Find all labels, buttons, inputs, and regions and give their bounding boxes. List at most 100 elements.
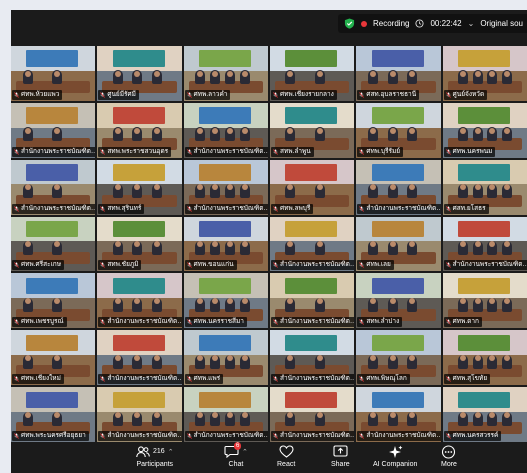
- video-tile[interactable]: ศทพ.เพชรบูรณ์: [11, 273, 96, 329]
- video-tile[interactable]: สำนักงานพระราชบัณฑิตจังหวัด: [270, 387, 355, 442]
- participant-name: ศทพ.เชียงใหม่: [21, 375, 61, 383]
- video-tile[interactable]: ศทพ.เชียงรายกลาง: [270, 46, 355, 101]
- video-tile[interactable]: สำนักงานพระราชบัณฑิตจังหวัด: [183, 159, 268, 215]
- participant-name-label: สำนักงานพระราชบัณฑิตจังหวัด: [98, 431, 182, 441]
- participant-name-label: สทพ.ลำพูน: [271, 146, 314, 157]
- participant-name-label: สทพ.สุรินทร์: [98, 203, 145, 214]
- backdrop-banner: [285, 107, 338, 124]
- backdrop-banner: [198, 391, 252, 408]
- react-button[interactable]: React: [277, 444, 295, 468]
- muted-mic-icon: [14, 433, 19, 439]
- participant-name-label: ศทพ.ห้วยแพว: [12, 89, 63, 100]
- chevron-down-icon[interactable]: ⌄: [468, 19, 475, 28]
- video-tile[interactable]: ศทพ.นครสวรรค์: [442, 387, 527, 442]
- video-tile[interactable]: สทพ.ชัยภูมิ: [97, 216, 182, 272]
- participant-head: [370, 411, 377, 418]
- video-tile[interactable]: ศทพ.นครพนม: [442, 102, 527, 158]
- recording-label[interactable]: Recording: [373, 19, 409, 28]
- video-tile[interactable]: ศทพ.พิษณุโลก: [356, 330, 441, 386]
- share-button[interactable]: Share: [331, 444, 350, 468]
- participant-head: [316, 241, 323, 248]
- video-tile[interactable]: ศทพ.สุโขทัย: [442, 330, 527, 386]
- participant-name-label: ศทพ.เพชรบูรณ์: [12, 317, 67, 328]
- video-tile[interactable]: ศทพ.เลย: [356, 216, 441, 272]
- view-mode-label[interactable]: Original sou: [480, 19, 523, 28]
- backdrop-banner: [285, 220, 338, 238]
- participant-name-label: ศูนย์มีรัศมี: [98, 89, 139, 100]
- caret-up-icon[interactable]: ⌃: [168, 448, 174, 456]
- backdrop-banner: [112, 391, 165, 408]
- video-tile[interactable]: สำนักงานพระราชบัณฑิตจังหวัด: [183, 102, 268, 158]
- react-label: React: [277, 461, 296, 468]
- video-tile[interactable]: ศทพ.บุรีรัมย์: [356, 102, 441, 158]
- video-tile[interactable]: สำนักงานพระราชบัณฑิตจังหวัด: [356, 159, 441, 215]
- video-tile[interactable]: สำนักงานพระราชบัณฑิตจังหวัด: [270, 216, 355, 272]
- video-tile[interactable]: ศทพ.ตาก: [442, 273, 527, 329]
- video-tile[interactable]: ศทพ.ลพบุรี: [270, 159, 355, 215]
- participant-head: [459, 70, 466, 77]
- participant-head: [370, 127, 377, 134]
- muted-mic-icon: [359, 376, 365, 382]
- participant-head: [54, 127, 61, 134]
- backdrop-banner: [198, 107, 252, 124]
- video-tile[interactable]: ศทพ.ลาวคำ: [183, 46, 268, 101]
- backdrop-banner: [198, 50, 252, 67]
- more-button[interactable]: More: [441, 444, 457, 468]
- video-tile[interactable]: สำนักงานพระราชบัณฑิตยสภาจังหวัด: [11, 102, 96, 158]
- video-tile[interactable]: ศสท.ยโสธร: [442, 159, 527, 215]
- participant-head: [459, 411, 466, 418]
- video-tile[interactable]: สำนักงานพระราชบัณฑิตจังหวัด: [270, 330, 355, 386]
- video-tile[interactable]: ศูนย์จังหวัด: [442, 46, 527, 101]
- video-tile[interactable]: ศทพ.นครราชสีมา: [183, 273, 268, 329]
- muted-mic-icon: [359, 148, 365, 155]
- backdrop-banner: [285, 391, 338, 408]
- muted-mic-icon: [186, 205, 192, 212]
- video-tile[interactable]: สำนักงานพระราชบัณฑิตจังหวัด: [442, 216, 527, 272]
- share-screen-icon: [333, 445, 348, 457]
- video-tile[interactable]: สำนักงานพระราชบัณฑิตจังหวัด: [270, 273, 355, 329]
- video-tile[interactable]: สำนักงานพระราชบัณฑิตจังหวัด: [183, 387, 268, 442]
- participants-button[interactable]: 216 ⌃ Participants: [136, 444, 174, 468]
- video-tile[interactable]: ศูนย์มีรัศมี: [97, 46, 182, 101]
- participant-name: สำนักงานพระราชบัณฑิตจังหวัด: [193, 204, 268, 212]
- backdrop-banner: [26, 50, 79, 67]
- video-tile[interactable]: ศสท.อุบลราชธานี: [356, 46, 441, 101]
- video-tile[interactable]: สำนักงานพระราชบัณฑิตจังหวัด: [11, 159, 96, 215]
- meeting-timer: 00:22:42: [430, 19, 462, 28]
- muted-mic-icon: [14, 262, 19, 269]
- participant-head: [24, 298, 31, 305]
- participant-head: [287, 127, 294, 134]
- ai-companion-button[interactable]: AI Companion: [373, 444, 417, 468]
- video-tile[interactable]: สทพ.ลำพูน: [270, 102, 355, 158]
- caret-up-icon[interactable]: ⌃: [242, 448, 248, 456]
- participant-head: [504, 127, 511, 134]
- participant-name: สำนักงานพระราชบัณฑิตจังหวัด: [366, 432, 440, 439]
- participant-head: [134, 70, 141, 77]
- video-tile[interactable]: ศทพ.พระนครศรีอยุธยา: [11, 387, 96, 442]
- participant-name: ศทพ.ตาก: [452, 318, 479, 326]
- meeting-window: Recording 00:22:42 ⌄ Original sou ศทพ.ห้…: [11, 10, 527, 473]
- video-tile[interactable]: ศทพ.ขอนแก่น: [183, 216, 268, 272]
- video-tile[interactable]: สทพ.พระราชสวนอุดร: [97, 102, 182, 158]
- video-tile[interactable]: สำนักงานพระราชบัณฑิตจังหวัด: [356, 387, 441, 442]
- participant-name: สำนักงานพระราชบัณฑิตจังหวัด: [107, 318, 181, 326]
- video-tile[interactable]: ศทพ.แพร่: [183, 330, 268, 386]
- video-tile[interactable]: สำนักงานพระราชบัณฑิตจังหวัด: [97, 387, 182, 442]
- participant-head: [489, 127, 496, 134]
- chat-button[interactable]: 6 ⌃ Chat: [224, 442, 248, 468]
- participant-head: [316, 127, 323, 134]
- participant-name: ศูนย์จังหวัด: [452, 90, 485, 98]
- video-tile[interactable]: ศทพ.ห้วยแพว: [11, 46, 96, 101]
- video-tile[interactable]: สทพ.ลำปาง: [356, 273, 441, 329]
- muted-mic-icon: [14, 92, 19, 98]
- video-tile[interactable]: ศทพ.ศรีสะเกษ: [11, 216, 96, 272]
- participant-name-label: ศทพ.เชียงรายกลาง: [271, 89, 337, 100]
- participant-name: สำนักงานพระราชบัณฑิตจังหวัด: [280, 261, 354, 269]
- video-tile[interactable]: สทพ.สุรินทร์: [97, 159, 182, 215]
- video-tile[interactable]: ศทพ.เชียงใหม่: [11, 330, 96, 386]
- participant-name-label: สำนักงานพระราชบัณฑิตจังหวัด: [271, 374, 355, 385]
- video-tile[interactable]: สำนักงานพระราชบัณฑิตจังหวัด: [97, 273, 182, 329]
- participant-name-label: สำนักงานพระราชบัณฑิตจังหวัด: [271, 431, 355, 441]
- muted-mic-icon: [100, 205, 106, 212]
- video-tile[interactable]: สำนักงานพระราชบัณฑิตจังหวัด: [97, 330, 182, 386]
